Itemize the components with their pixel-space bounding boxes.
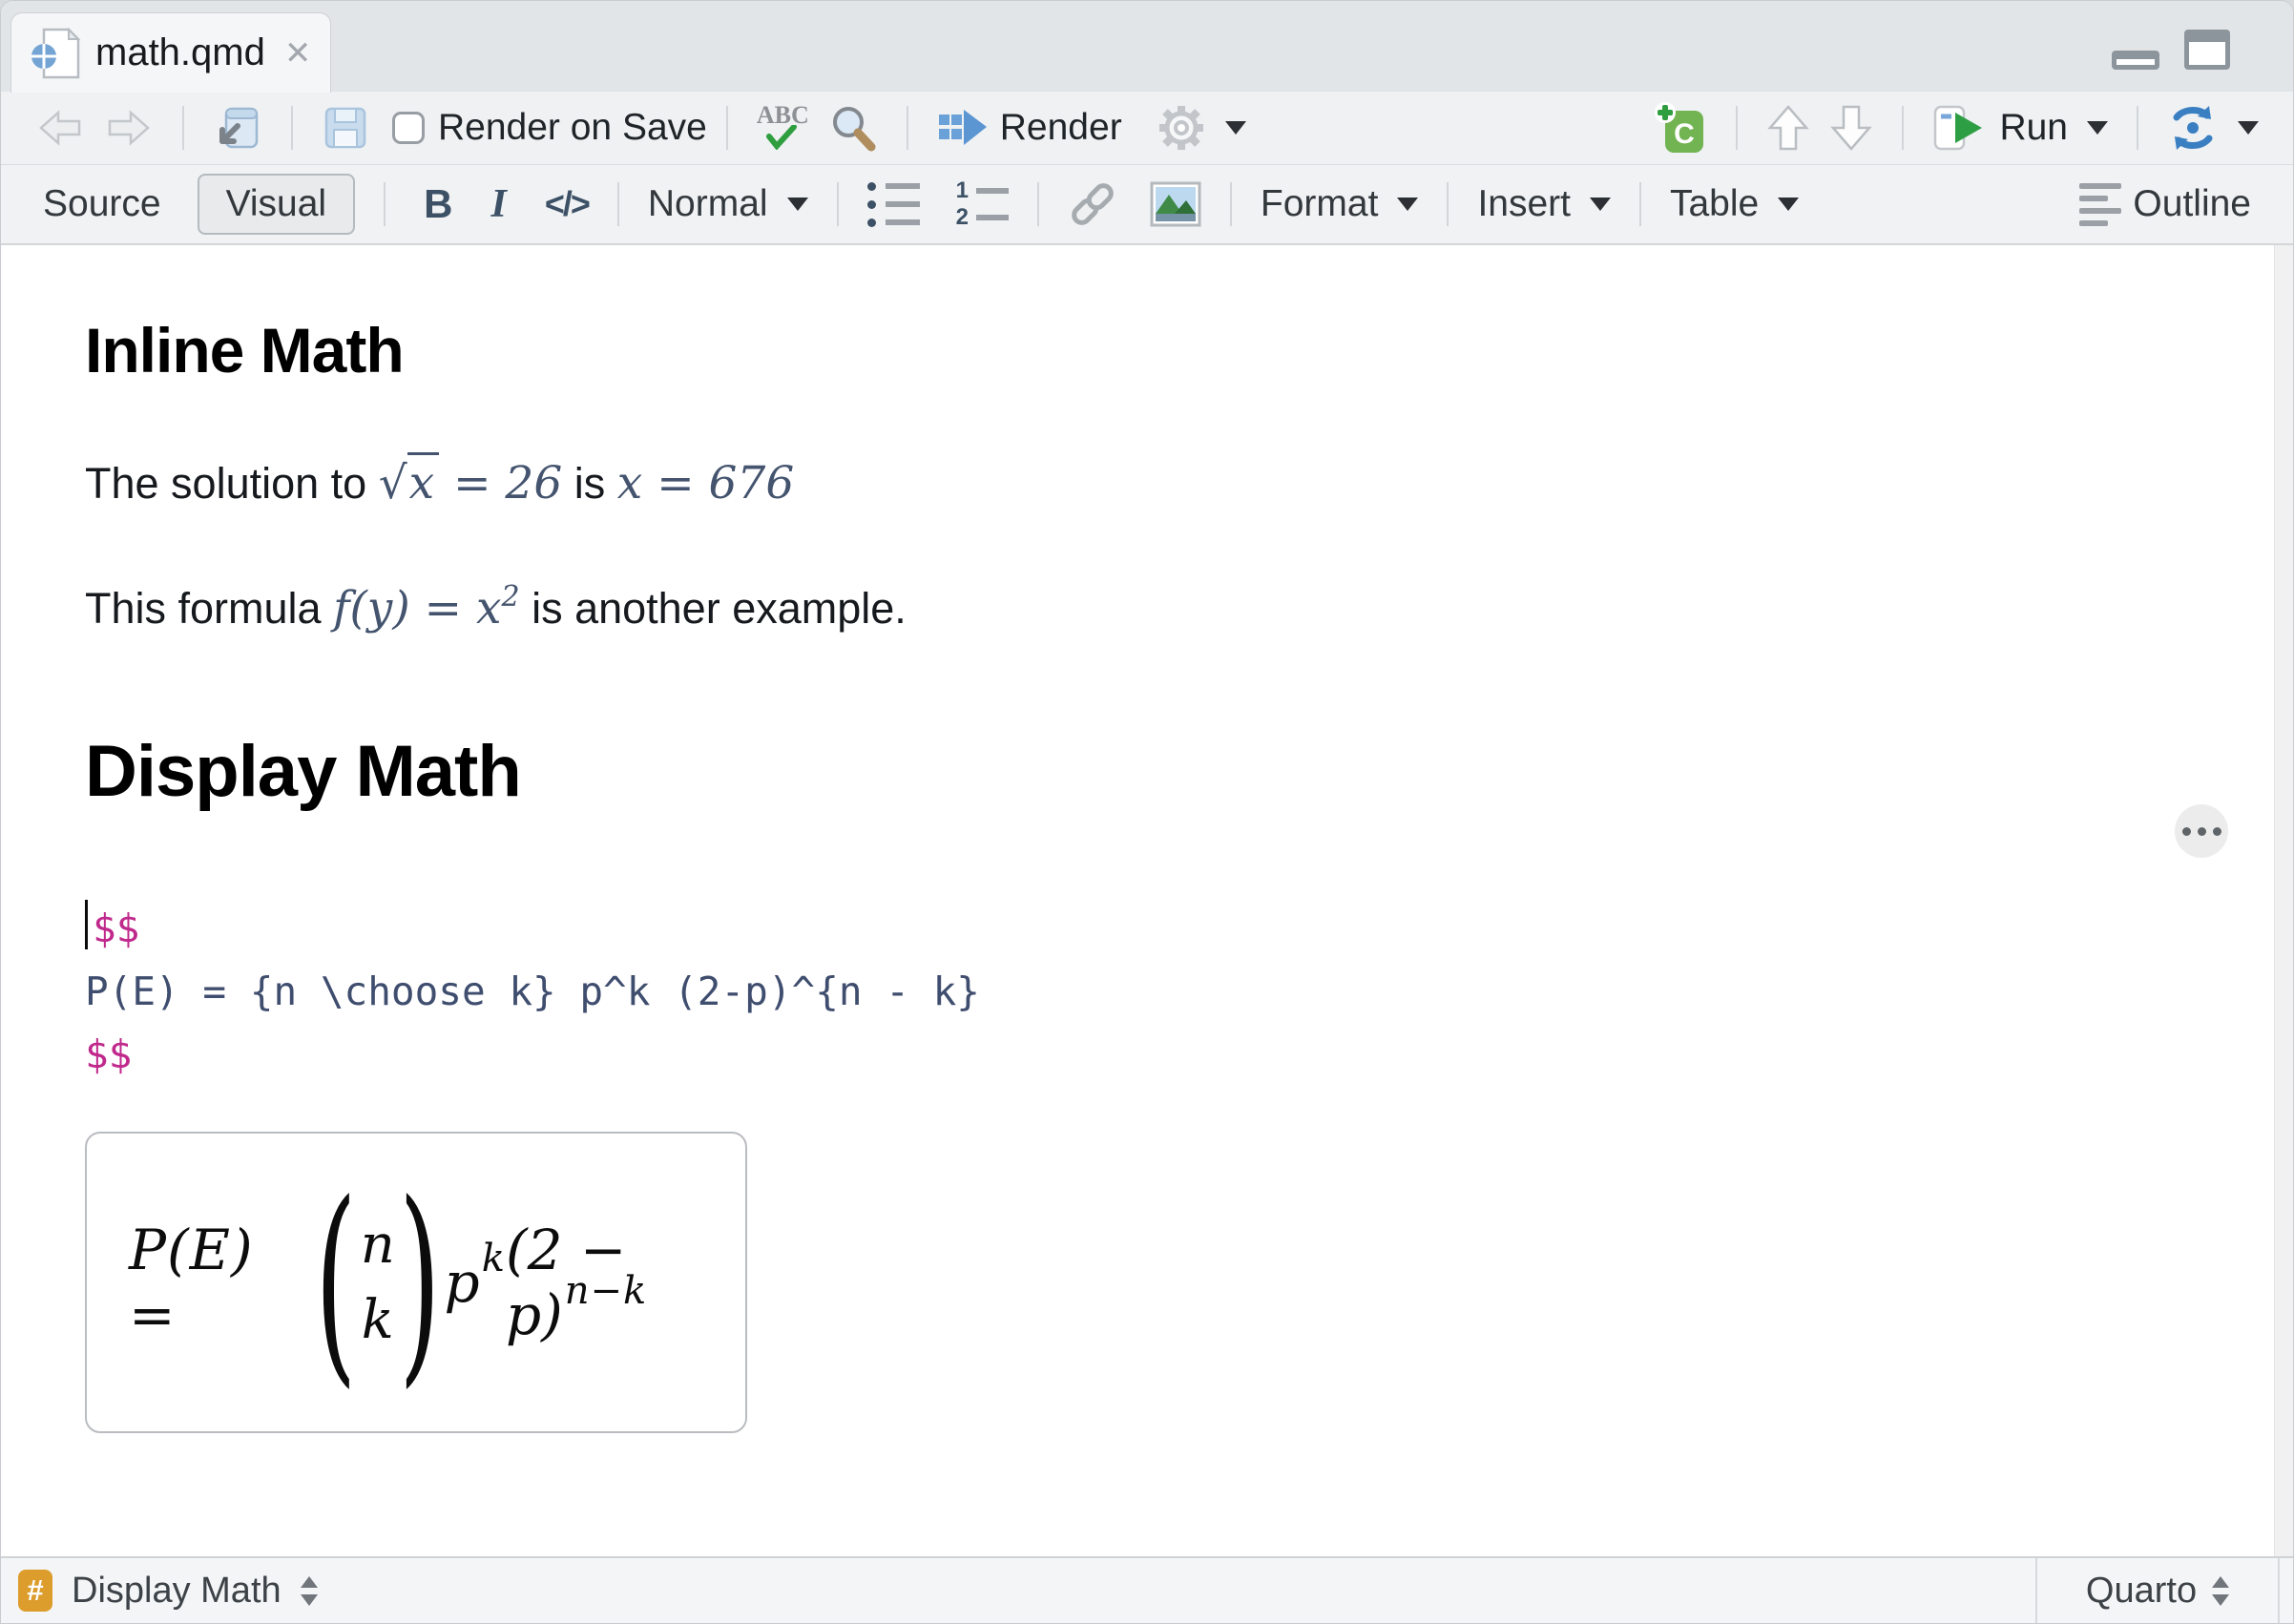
save-button[interactable]	[312, 98, 379, 157]
rendered-equation: P(E) = ( nk ) pk (2 − p)n−k	[129, 1156, 648, 1407]
editor-tab-bar: math.qmd ✕	[1, 1, 2293, 93]
format-name-label: Quarto	[2085, 1570, 2198, 1611]
scrollbar-gutter[interactable]	[2274, 245, 2293, 1556]
paragraph-style-select[interactable]: Normal	[638, 177, 818, 231]
insert-chunk-button[interactable]: C	[1644, 95, 1717, 160]
link-button[interactable]	[1058, 174, 1127, 235]
maximize-icon[interactable]	[2184, 30, 2230, 70]
heading-inline-math: Inline Math	[85, 315, 405, 385]
format-toolbar: Source Visual B I </> Normal 1 2 Format …	[1, 165, 2293, 245]
image-button[interactable]	[1140, 176, 1211, 233]
insert-menu[interactable]: Insert	[1468, 177, 1620, 231]
more-options-button[interactable]	[2175, 804, 2228, 858]
run-button[interactable]: Run	[1923, 97, 2117, 158]
bullet-list-icon	[866, 181, 920, 227]
rstudio-editor-pane: math.qmd ✕ Render on Save ABC Render C R…	[0, 0, 2294, 1624]
numbered-list-button[interactable]: 1 2	[947, 176, 1018, 233]
forward-button[interactable]	[94, 99, 163, 156]
render-options-button[interactable]	[1147, 97, 1256, 158]
outline-icon	[2079, 182, 2122, 226]
render-on-save-label: Render on Save	[438, 107, 707, 148]
bold-button[interactable]: B	[414, 176, 462, 233]
close-paren: )	[398, 1156, 441, 1407]
heading-hash-icon: #	[18, 1570, 52, 1612]
paragraph-inline-math-1: The solution to √x = 26 is x = 676	[85, 452, 2179, 510]
outline-toggle-button[interactable]: Outline	[2070, 177, 2261, 232]
paragraph-inline-math-2: This formula f(y) = x2 is another exampl…	[85, 580, 907, 635]
search-icon[interactable]	[819, 97, 887, 158]
math-preview-box: P(E) = ( nk ) pk (2 − p)n−k	[85, 1132, 747, 1433]
minimize-icon[interactable]	[2112, 51, 2159, 70]
svg-text:C: C	[1675, 118, 1696, 150]
text-cursor	[85, 900, 88, 949]
italic-button[interactable]: I	[481, 176, 515, 233]
render-button[interactable]: Render	[928, 100, 1132, 156]
format-stepper-icon	[2212, 1575, 2230, 1606]
code-button[interactable]: </>	[535, 178, 598, 230]
chunk-up-button[interactable]	[1757, 97, 1820, 158]
heading-display-math: Display Math	[85, 731, 522, 812]
chunk-down-button[interactable]	[1820, 97, 1883, 158]
inline-math-result: x = 676	[616, 457, 795, 510]
document-format-selector[interactable]: Quarto	[2035, 1558, 2280, 1623]
format-menu[interactable]: Format	[1251, 177, 1429, 231]
bullet-list-button[interactable]	[858, 177, 929, 233]
inline-math-formula: f(y) = x2	[333, 580, 520, 635]
open-paren: (	[314, 1156, 357, 1407]
rerun-button[interactable]	[2158, 98, 2268, 157]
math-source-block[interactable]: $$ P(E) = {n \choose k} p^k (2-p)^{n - k…	[85, 897, 2179, 1086]
quarto-file-icon	[31, 26, 82, 81]
source-mode-button[interactable]: Source	[33, 177, 171, 231]
visual-mode-button[interactable]: Visual	[197, 174, 356, 235]
document-canvas[interactable]: Inline Math The solution to √x = 26 is x…	[1, 245, 2293, 1556]
numbered-list-icon: 1 2	[956, 179, 1009, 229]
back-button[interactable]	[26, 99, 94, 156]
open-in-new-window-button[interactable]	[203, 97, 272, 158]
outline-location-button[interactable]: # Display Math	[1, 1570, 318, 1612]
render-on-save-checkbox[interactable]	[392, 112, 425, 144]
spellcheck-button[interactable]: ABC	[747, 100, 819, 156]
status-bar: # Display Math Quarto	[1, 1556, 2293, 1623]
main-toolbar: Render on Save ABC Render C Run	[1, 92, 2293, 165]
close-icon[interactable]: ✕	[284, 34, 312, 73]
current-section-label: Display Math	[72, 1570, 282, 1611]
ellipsis-icon	[2181, 826, 2191, 836]
section-stepper-icon	[300, 1575, 318, 1606]
tab-title: math.qmd	[95, 31, 265, 73]
inline-math-sqrt: √x = 26	[379, 452, 562, 510]
tab-math-qmd[interactable]: math.qmd ✕	[10, 12, 332, 93]
table-menu[interactable]: Table	[1660, 177, 1808, 231]
